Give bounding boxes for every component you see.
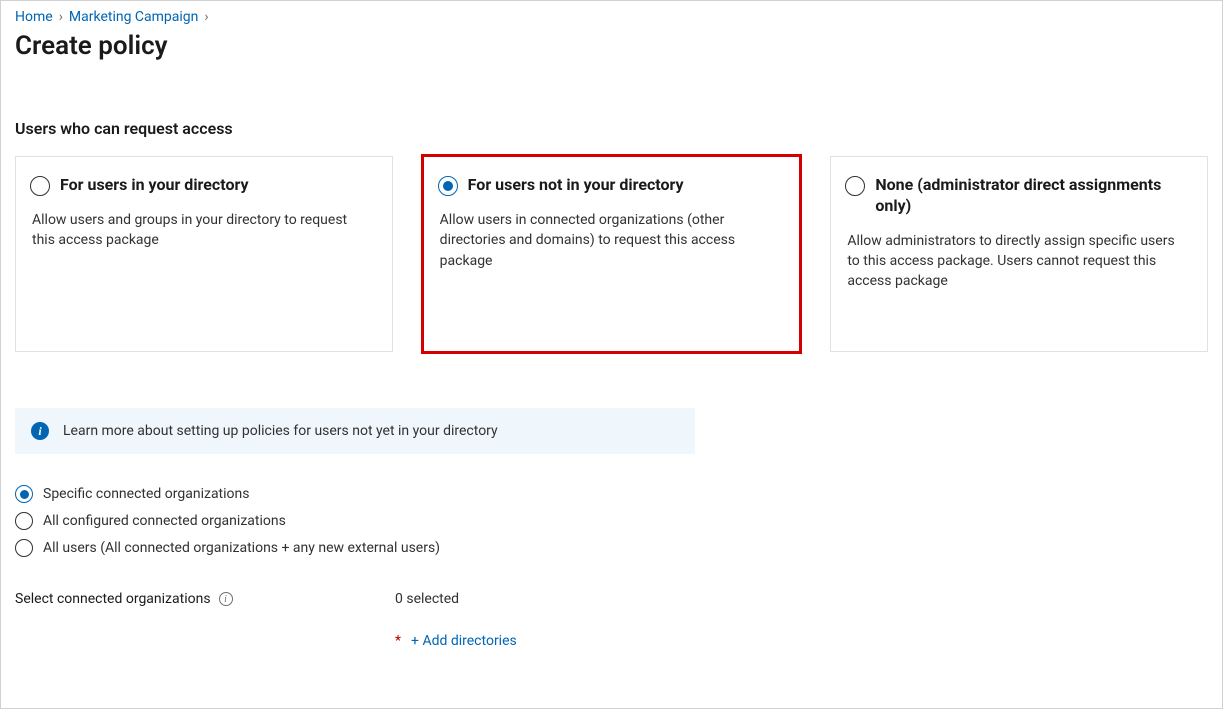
breadcrumb-home[interactable]: Home: [15, 9, 53, 25]
radio-icon: [15, 539, 33, 557]
sub-option-all-configured[interactable]: All configured connected organizations: [15, 511, 1208, 530]
sub-option-specific[interactable]: Specific connected organizations: [15, 484, 1208, 503]
connected-orgs-label: Select connected organizations i: [15, 591, 395, 607]
card-not-in-directory[interactable]: For users not in your directory Allow us…: [423, 156, 801, 352]
card-title: None (administrator direct assignments o…: [875, 175, 1189, 217]
card-none[interactable]: None (administrator direct assignments o…: [830, 156, 1208, 352]
card-description: Allow users and groups in your directory…: [30, 210, 374, 251]
card-description: Allow administrators to directly assign …: [845, 231, 1189, 292]
sub-option-all-users[interactable]: All users (All connected organizations +…: [15, 538, 1208, 557]
card-title: For users not in your directory: [468, 175, 684, 196]
radio-icon: [438, 176, 458, 196]
radio-icon: [30, 176, 50, 196]
connected-orgs-row: Select connected organizations i 0 selec…: [15, 591, 1208, 649]
connected-orgs-label-text: Select connected organizations: [15, 591, 211, 607]
radio-icon: [15, 512, 33, 530]
breadcrumb: Home › Marketing Campaign ›: [15, 9, 1208, 25]
breadcrumb-marketing-campaign[interactable]: Marketing Campaign: [69, 9, 199, 25]
card-in-directory[interactable]: For users in your directory Allow users …: [15, 156, 393, 352]
sub-option-label: All configured connected organizations: [43, 513, 286, 529]
page-title: Create policy: [15, 31, 1208, 61]
info-banner-text: Learn more about setting up policies for…: [63, 423, 498, 439]
chevron-right-icon: ›: [59, 9, 63, 25]
info-icon[interactable]: i: [219, 592, 233, 606]
info-banner[interactable]: i Learn more about setting up policies f…: [15, 408, 695, 454]
selected-count: 0 selected: [395, 591, 517, 607]
sub-option-label: All users (All connected organizations +…: [43, 540, 440, 556]
sub-option-label: Specific connected organizations: [43, 486, 250, 502]
required-asterisk: *: [395, 633, 401, 649]
add-directories-link[interactable]: + Add directories: [411, 633, 517, 649]
card-description: Allow users in connected organizations (…: [438, 210, 782, 271]
radio-icon: [15, 485, 33, 503]
section-heading: Users who can request access: [15, 119, 1208, 138]
chevron-right-icon: ›: [204, 9, 208, 25]
request-access-card-row: For users in your directory Allow users …: [15, 156, 1208, 352]
sub-option-group: Specific connected organizations All con…: [15, 484, 1208, 557]
radio-icon: [845, 176, 865, 196]
info-icon: i: [31, 422, 49, 440]
card-title: For users in your directory: [60, 175, 249, 196]
